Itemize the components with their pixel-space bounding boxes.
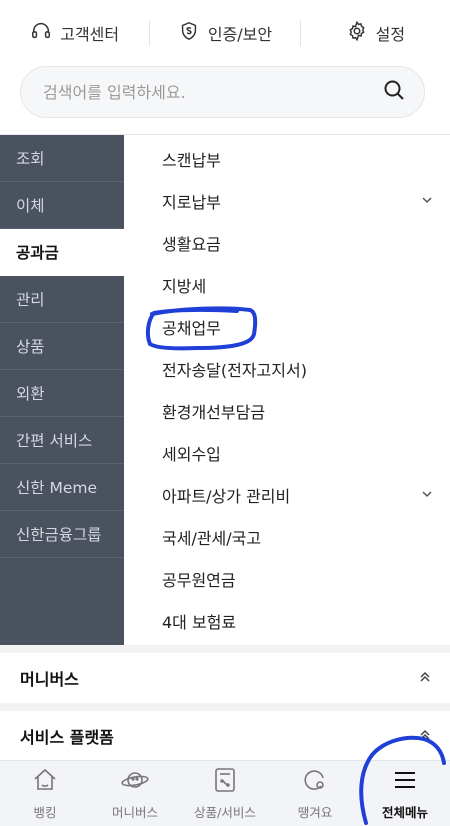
category-list: 조회 이체 공과금 관리 상품 외환 간편 서비스 신한 Meme 신한금융그룹 bbox=[0, 135, 124, 645]
shield-icon bbox=[178, 20, 200, 46]
nav-products-services[interactable]: 상품/서비스 bbox=[180, 761, 270, 826]
submenu-item[interactable]: 4대 보험료 bbox=[124, 600, 450, 642]
submenu-item-label: 환경개선부담금 bbox=[162, 403, 266, 422]
top-links: 고객센터 인증/보안 설정 bbox=[0, 0, 450, 66]
chevron-down-icon[interactable] bbox=[420, 486, 434, 505]
category-item-management[interactable]: 관리 bbox=[0, 276, 124, 323]
submenu-item-label: 세외수입 bbox=[162, 445, 221, 464]
calculator-icon bbox=[211, 766, 239, 797]
category-item-shinhan-group[interactable]: 신한금융그룹 bbox=[0, 511, 124, 558]
submenu-item-label: 4대 보험료 bbox=[162, 613, 237, 632]
nav-label: 뱅킹 bbox=[33, 805, 57, 820]
submenu-item-label: 전자송달(전자고지서) bbox=[162, 361, 307, 380]
bottom-nav: 뱅킹 머니버스 상품/서비스 땡겨요 전체메뉴 bbox=[0, 760, 450, 826]
category-item-shinhan-meme[interactable]: 신한 Meme bbox=[0, 464, 124, 511]
double-chevron-up-icon[interactable] bbox=[418, 727, 432, 746]
nav-all-menu[interactable]: 전체메뉴 bbox=[360, 761, 450, 826]
section-title: 서비스 플랫폼 bbox=[20, 728, 114, 747]
search-input[interactable] bbox=[43, 82, 382, 102]
section-separator bbox=[0, 645, 450, 653]
planet-icon bbox=[121, 766, 149, 797]
category-item-products[interactable]: 상품 bbox=[0, 323, 124, 370]
submenu-item[interactable]: 생활요금 bbox=[124, 222, 450, 264]
delivery-icon bbox=[301, 766, 329, 797]
nav-ddangyo[interactable]: 땡겨요 bbox=[270, 761, 360, 826]
submenu-item[interactable]: 아파트/상가 관리비 bbox=[124, 474, 450, 516]
section-separator bbox=[0, 703, 450, 711]
category-item-foreign-exchange[interactable]: 외환 bbox=[0, 370, 124, 417]
nav-label: 상품/서비스 bbox=[194, 805, 256, 820]
submenu-item[interactable]: 국세/관세/국고 bbox=[124, 516, 450, 558]
submenu-item[interactable]: 공무원연금 bbox=[124, 558, 450, 600]
headset-icon bbox=[30, 20, 52, 46]
submenu-item-label: 공채업무 bbox=[162, 319, 221, 338]
section-moneyverse[interactable]: 머니버스 bbox=[0, 653, 450, 703]
submenu-item-label: 지방세 bbox=[162, 277, 207, 296]
category-item-transfer[interactable]: 이체 bbox=[0, 182, 124, 229]
customer-center-label: 고객센터 bbox=[60, 25, 120, 44]
nav-label: 머니버스 bbox=[111, 805, 158, 820]
search-bar bbox=[20, 66, 425, 118]
submenu-list: 스캔납부 지로납부 생활요금 지방세 공채업무 전자송달(전자고지서) 환경개선… bbox=[124, 135, 450, 645]
search-icon[interactable] bbox=[382, 78, 406, 106]
submenu-item-label: 스캔납부 bbox=[162, 151, 221, 170]
submenu-item-label: 아파트/상가 관리비 bbox=[162, 487, 291, 506]
submenu-item[interactable]: 스캔납부 bbox=[124, 138, 450, 180]
double-chevron-up-icon[interactable] bbox=[418, 669, 432, 688]
gear-icon bbox=[346, 20, 368, 46]
chevron-down-icon[interactable] bbox=[420, 192, 434, 211]
category-item-simple-service[interactable]: 간편 서비스 bbox=[0, 417, 124, 464]
security-label: 인증/보안 bbox=[207, 25, 273, 44]
section-service-platform[interactable]: 서비스 플랫폼 bbox=[0, 711, 450, 761]
nav-moneyverse[interactable]: 머니버스 bbox=[90, 761, 180, 826]
security-link[interactable]: 인증/보안 bbox=[149, 20, 299, 46]
submenu-item-label: 공무원연금 bbox=[162, 571, 236, 590]
submenu-item[interactable]: 세외수입 bbox=[124, 432, 450, 474]
submenu-item[interactable]: 전자송달(전자고지서) bbox=[124, 348, 450, 390]
submenu-item[interactable]: 환경개선부담금 bbox=[124, 390, 450, 432]
nav-label: 전체메뉴 bbox=[381, 805, 428, 820]
submenu-item-label: 지로납부 bbox=[162, 193, 221, 212]
home-icon bbox=[31, 766, 59, 797]
section-title: 머니버스 bbox=[20, 670, 79, 689]
submenu-item[interactable]: 지방세 bbox=[124, 264, 450, 306]
nav-banking[interactable]: 뱅킹 bbox=[0, 761, 90, 826]
settings-label: 설정 bbox=[375, 25, 406, 44]
nav-label: 땡겨요 bbox=[297, 805, 333, 820]
settings-link[interactable]: 설정 bbox=[299, 20, 450, 46]
category-item-inquiry[interactable]: 조회 bbox=[0, 135, 124, 182]
submenu-item[interactable]: 지로납부 bbox=[124, 180, 450, 222]
submenu-item-label: 생활요금 bbox=[162, 235, 221, 254]
category-item-utility-bills[interactable]: 공과금 bbox=[0, 229, 124, 276]
customer-center-link[interactable]: 고객센터 bbox=[0, 20, 149, 46]
submenu-item-label: 국세/관세/국고 bbox=[162, 529, 262, 548]
hamburger-icon bbox=[391, 766, 419, 797]
submenu-item[interactable]: 공채업무 bbox=[124, 306, 450, 348]
